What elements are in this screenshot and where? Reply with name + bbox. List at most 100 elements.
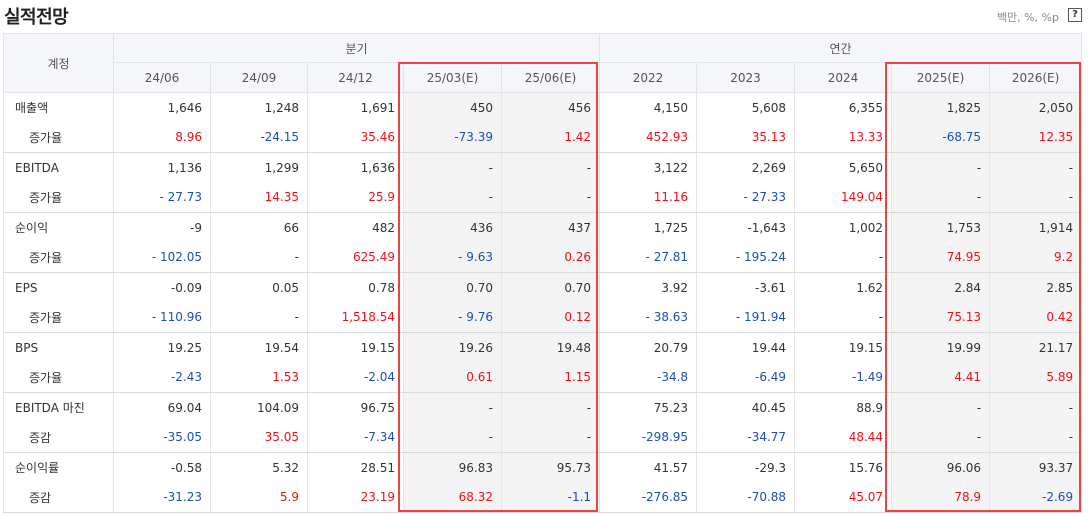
table-cell: - bbox=[891, 182, 991, 213]
table-cell: 96.75 bbox=[307, 392, 404, 423]
table-cell: -0.09 bbox=[113, 272, 211, 303]
table-row-growth: 증감 -31.23 5.9 23.19 68.32 -1.1 -276.85 -70.88 45… bbox=[3, 482, 1083, 513]
table-cell: - bbox=[500, 392, 601, 423]
table-cell: 21.17 bbox=[989, 332, 1083, 363]
help-icon[interactable]: ? bbox=[1068, 8, 1082, 22]
table-cell: 45.07 bbox=[794, 482, 893, 513]
table-cell: - 27.33 bbox=[696, 182, 796, 213]
table-row-growth: 증가율 - 110.96-1,518.54- 9.76 0.12- 38.63- 1… bbox=[3, 302, 1083, 333]
table-cell: 0.12 bbox=[500, 302, 601, 333]
header-account: 계정 bbox=[3, 33, 114, 93]
table-cell: 1,691 bbox=[307, 92, 404, 123]
table-cell: 78.9 bbox=[891, 482, 991, 513]
table-cell: - bbox=[989, 422, 1083, 453]
row-label: 증감 bbox=[3, 482, 114, 513]
table-cell: 5.9 bbox=[210, 482, 308, 513]
row-label: 증가율 bbox=[3, 122, 114, 153]
row-label: 순이익률 bbox=[3, 452, 114, 483]
table-cell: -35.05 bbox=[113, 422, 211, 453]
table-cell: - 191.94 bbox=[696, 302, 796, 333]
table-cell: -34.77 bbox=[696, 422, 796, 453]
table-cell: 19.99 bbox=[891, 332, 991, 363]
table-cell: -68.75 bbox=[891, 122, 991, 153]
table-cell: 40.45 bbox=[696, 392, 796, 423]
table-row-metric: 순이익 -9 66 482 436 437 1,725 -1,643 1,002 1,753 1,9… bbox=[3, 212, 1083, 243]
table-cell: - 9.63 bbox=[403, 242, 502, 273]
table-cell: 19.15 bbox=[307, 332, 404, 363]
table-cell: 74.95 bbox=[891, 242, 991, 273]
table-cell: 14.35 bbox=[210, 182, 308, 213]
table-cell: 11.16 bbox=[599, 182, 698, 213]
table-cell: -2.43 bbox=[113, 362, 211, 393]
table-cell: 0.70 bbox=[500, 272, 601, 303]
table-cell: - bbox=[794, 242, 893, 273]
table-row-metric: EBITDA 1,136 1,299 1,636- -3,122 2,269 5,650- - bbox=[3, 152, 1083, 183]
table-cell: 450 bbox=[403, 92, 502, 123]
table-cell: - 38.63 bbox=[599, 302, 698, 333]
table-cell: 149.04 bbox=[794, 182, 893, 213]
table-cell: 96.06 bbox=[891, 452, 991, 483]
table-cell: - bbox=[794, 302, 893, 333]
table-cell: 1,753 bbox=[891, 212, 991, 243]
header-period: 24/06 bbox=[113, 62, 211, 93]
table-cell: 15.76 bbox=[794, 452, 893, 483]
table-cell: 436 bbox=[403, 212, 502, 243]
table-cell: 35.46 bbox=[307, 122, 404, 153]
table-cell: -29.3 bbox=[696, 452, 796, 483]
header-period: 2025(E) bbox=[891, 62, 991, 93]
table-row-growth: 증가율 -2.43 1.53 -2.04 0.61 1.15 -34.8 -6.49 -1.49… bbox=[3, 362, 1083, 393]
table-cell: 0.61 bbox=[403, 362, 502, 393]
header-period: 2023 bbox=[696, 62, 796, 93]
table-cell: 20.79 bbox=[599, 332, 698, 363]
table-cell: 1,725 bbox=[599, 212, 698, 243]
table-cell: 19.25 bbox=[113, 332, 211, 363]
table-cell: -3.61 bbox=[696, 272, 796, 303]
table-row-metric: BPS 19.25 19.54 19.15 19.26 19.48 20.79 19.44 19… bbox=[3, 332, 1083, 363]
table-cell: 35.05 bbox=[210, 422, 308, 453]
table-cell: 41.57 bbox=[599, 452, 698, 483]
table-cell: -298.95 bbox=[599, 422, 698, 453]
table-cell: 13.33 bbox=[794, 122, 893, 153]
row-label: 순이익 bbox=[3, 212, 114, 243]
table-cell: - bbox=[891, 422, 991, 453]
table-cell: 93.37 bbox=[989, 452, 1083, 483]
table-cell: 1,299 bbox=[210, 152, 308, 183]
table-cell: -1.1 bbox=[500, 482, 601, 513]
row-label: EBITDA 마진 bbox=[3, 392, 114, 423]
table-cell: -24.15 bbox=[210, 122, 308, 153]
table-cell: -1,643 bbox=[696, 212, 796, 243]
table-cell: - bbox=[891, 152, 991, 183]
table-row-growth: 증감 -35.05 35.05 -7.34- - -298.95 -34.77 48.44- - bbox=[3, 422, 1083, 453]
table-row-metric: 순이익률 -0.58 5.32 28.51 96.83 95.73 41.57 -29.3 15… bbox=[3, 452, 1083, 483]
table-cell: 0.05 bbox=[210, 272, 308, 303]
table-row-growth: 증가율 - 102.05-625.49- 9.63 0.26- 27.81- 195… bbox=[3, 242, 1083, 273]
table-cell: 5.89 bbox=[989, 362, 1083, 393]
table-cell: - 27.81 bbox=[599, 242, 698, 273]
row-label: EPS bbox=[3, 272, 114, 303]
table-cell: - bbox=[500, 182, 601, 213]
table-cell: -2.04 bbox=[307, 362, 404, 393]
header-quarterly: 분기 bbox=[112, 33, 601, 63]
table-cell: -6.49 bbox=[696, 362, 796, 393]
table-cell: 1.62 bbox=[794, 272, 893, 303]
table-cell: -1.49 bbox=[794, 362, 893, 393]
table-cell: - 27.73 bbox=[113, 182, 211, 213]
row-label: 증가율 bbox=[3, 302, 114, 333]
table-cell: 1,518.54 bbox=[307, 302, 404, 333]
table-cell: 23.19 bbox=[307, 482, 404, 513]
table-cell: 437 bbox=[500, 212, 601, 243]
table-cell: 3,122 bbox=[599, 152, 698, 183]
table-cell: 75.13 bbox=[891, 302, 991, 333]
table-cell: 19.54 bbox=[210, 332, 308, 363]
table-cell: -7.34 bbox=[307, 422, 404, 453]
table-cell: - bbox=[403, 152, 502, 183]
row-label: EBITDA bbox=[3, 152, 114, 183]
table-cell: 0.26 bbox=[500, 242, 601, 273]
table-cell: 482 bbox=[307, 212, 404, 243]
table-cell: 2.85 bbox=[989, 272, 1083, 303]
table-cell: 2,269 bbox=[696, 152, 796, 183]
table-cell: 0.78 bbox=[307, 272, 404, 303]
row-label: 증가율 bbox=[3, 242, 114, 273]
header-period: 2024 bbox=[794, 62, 893, 93]
table-cell: 8.96 bbox=[113, 122, 211, 153]
